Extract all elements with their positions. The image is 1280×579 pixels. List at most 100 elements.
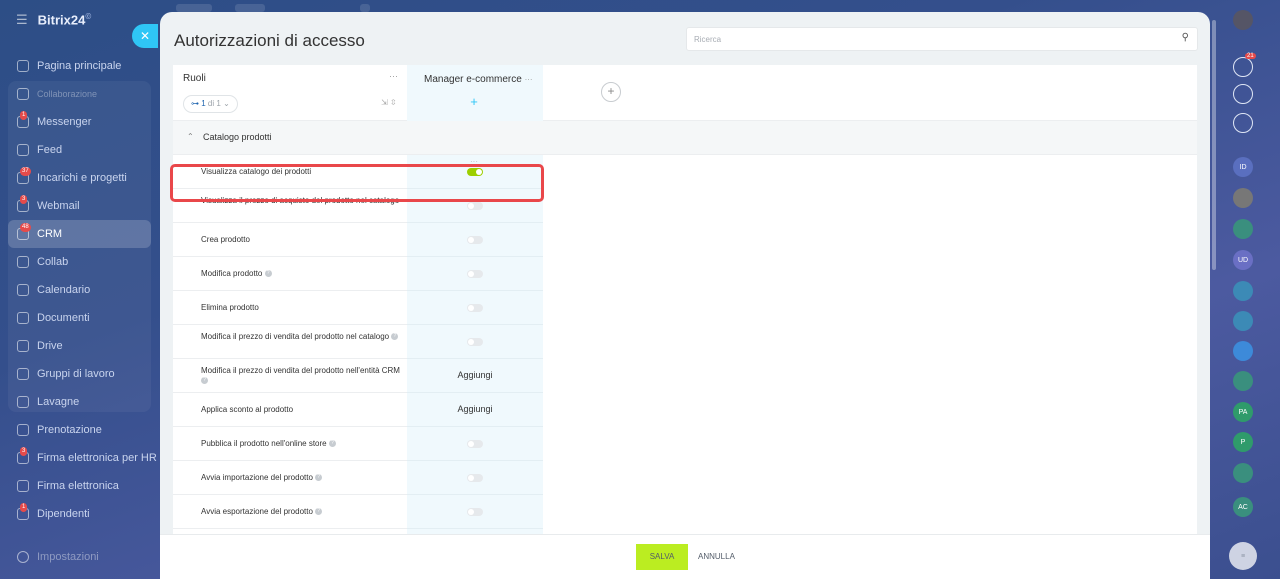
help-icon[interactable]: ? — [264, 270, 272, 278]
sidebar-item-groups[interactable]: Gruppi di lavoro — [8, 360, 151, 388]
bell-icon[interactable]: 21 — [1233, 53, 1256, 77]
permission-row: Applica sconto al prodotto — [173, 393, 407, 427]
user-avatar[interactable] — [1233, 10, 1253, 30]
top-tab[interactable] — [176, 4, 212, 12]
sidebar-item-crm[interactable]: 48 CRM — [8, 220, 151, 248]
sidebar-item-label: Collaborazione — [37, 89, 98, 99]
sidebar-item-label: Firma elettronica — [37, 480, 119, 492]
add-permission-plus-icon[interactable]: + — [467, 95, 481, 109]
sidebar-item-feed[interactable]: Feed — [8, 136, 151, 164]
sidebar-item-label: Prenotazione — [37, 424, 102, 436]
add-role-button[interactable]: + — [601, 82, 621, 102]
chat-avatar[interactable] — [1233, 371, 1253, 391]
permission-toggle[interactable] — [467, 202, 483, 210]
chat-avatar[interactable]: PA — [1233, 402, 1253, 422]
sidebar-item-label: Dipendenti — [37, 508, 90, 520]
chat-avatar[interactable] — [1233, 311, 1253, 331]
role-column-name[interactable]: Manager e-commerce ··· — [424, 74, 533, 85]
permission-row: Modifica prodotto ? — [173, 257, 407, 291]
sidebar-item-tasks[interactable]: 37 Incarichi e progetti — [8, 164, 151, 192]
sidebar-item-label: Firma elettronica per HR — [37, 452, 157, 464]
expand-collapse-icon[interactable]: ⇲ ⇳ — [381, 98, 397, 107]
help-icon[interactable]: ? — [328, 440, 336, 448]
top-tab[interactable] — [360, 4, 370, 12]
roles-menu-icon[interactable]: ··· — [389, 71, 398, 81]
cancel-button[interactable]: ANNULLA — [698, 544, 735, 570]
chat-avatar[interactable] — [1233, 188, 1253, 208]
sidebar-item-sign[interactable]: Firma elettronica — [8, 472, 151, 500]
section-title: Catalogo prodotti — [203, 132, 272, 142]
permission-toggle[interactable] — [467, 236, 483, 244]
section-header[interactable]: ⌃ Catalogo prodotti — [173, 121, 1197, 155]
chat-avatar[interactable] — [1233, 463, 1253, 483]
sidebar-item-label: Calendario — [37, 284, 91, 296]
search-icon[interactable]: ⚲ — [1182, 32, 1189, 43]
permission-label: Modifica il prezzo di vendita del prodot… — [201, 332, 401, 342]
permission-toggle[interactable] — [467, 304, 483, 312]
top-tab[interactable] — [235, 4, 265, 12]
permission-cell: Aggiungi — [407, 393, 543, 427]
chevron-down-icon: ⌄ — [223, 99, 230, 108]
chat-avatar[interactable] — [1233, 341, 1253, 361]
permission-row: Crea prodotto — [173, 223, 407, 257]
page-title: Autorizzazioni di accesso — [174, 31, 365, 50]
chat-avatar[interactable]: ID — [1233, 157, 1253, 177]
sidebar-item-documents[interactable]: Documenti — [8, 304, 151, 332]
sidebar-item-boards[interactable]: Lavagne — [8, 388, 151, 416]
sidebar-item-label: CRM — [37, 228, 63, 240]
permission-cell — [407, 257, 543, 291]
sidebar-item-drive[interactable]: Drive — [8, 332, 151, 360]
add-permission-link[interactable]: Aggiungi — [407, 404, 543, 414]
footer-bar: SALVA ANNULLA — [160, 534, 1210, 579]
column-menu-icon[interactable]: ··· — [525, 75, 533, 84]
chat-avatar[interactable]: UD — [1233, 250, 1253, 270]
add-permission-link[interactable]: Aggiungi — [407, 370, 543, 380]
pager-icon: ⊶ — [191, 99, 199, 108]
sidebar-item-label: Documenti — [37, 312, 90, 324]
chevron-up-icon[interactable]: ⌃ — [187, 132, 194, 141]
menu-icon[interactable]: ☰ — [16, 12, 28, 28]
sidebar-item-collab[interactable]: Collab — [8, 248, 151, 276]
sidebar-item-settings[interactable]: Impostazioni — [8, 543, 99, 571]
sidebar-item-hr-sign[interactable]: 3 Firma elettronica per HR — [8, 444, 157, 472]
roles-pager[interactable]: ⊶ 1 di 1 ⌄ — [183, 95, 238, 113]
search-placeholder: Ricerca — [694, 35, 722, 44]
permission-row: Elimina prodotto — [173, 291, 407, 325]
scrollbar[interactable] — [1212, 20, 1216, 270]
help-icon[interactable]: ? — [391, 333, 399, 341]
chat-avatar[interactable]: AC — [1233, 497, 1253, 517]
search-input[interactable]: Ricerca ⚲ — [686, 27, 1198, 51]
sidebar-item-home[interactable]: Pagina principale — [8, 52, 151, 80]
close-panel-button[interactable]: ✕ — [132, 24, 158, 48]
permission-row: Modifica il prezzo di vendita del prodot… — [173, 325, 407, 359]
permission-toggle[interactable] — [467, 338, 483, 346]
sidebar-item-chat[interactable]: 1 Messenger — [8, 108, 151, 136]
sidebar-item-calendar[interactable]: Calendario — [8, 276, 151, 304]
boards-icon — [17, 396, 29, 408]
save-button[interactable]: SALVA — [636, 544, 688, 570]
sidebar-item-employees[interactable]: 1 Dipendenti — [8, 500, 151, 528]
copilot-icon[interactable] — [1233, 84, 1253, 104]
booking-icon — [17, 424, 29, 436]
permission-toggle[interactable] — [467, 270, 483, 278]
help-icon[interactable]: ? — [315, 474, 323, 482]
permission-toggle[interactable] — [467, 508, 483, 516]
permission-cell — [407, 427, 543, 461]
permission-toggle[interactable] — [467, 474, 483, 482]
sidebar-item-booking[interactable]: Prenotazione — [8, 416, 151, 444]
permission-toggle[interactable] — [467, 440, 483, 448]
sidebar-item-collab-group[interactable]: Collaborazione — [8, 80, 151, 108]
collab-group-icon — [17, 88, 29, 100]
help-icon[interactable]: ? — [201, 377, 208, 385]
sidebar-item-label: Pagina principale — [37, 60, 122, 72]
app-logo[interactable]: Bitrix24© — [38, 12, 92, 27]
chat-avatar[interactable]: P — [1233, 432, 1253, 452]
sidebar-item-mail[interactable]: 3 Webmail — [8, 192, 151, 220]
documents-icon — [17, 312, 29, 324]
menu-circle-icon[interactable]: ≡ — [1229, 542, 1257, 570]
messages-icon[interactable] — [1233, 113, 1253, 133]
permission-cell — [407, 461, 543, 495]
chat-avatar[interactable] — [1233, 219, 1253, 239]
chat-avatar[interactable] — [1233, 281, 1253, 301]
help-icon[interactable]: ? — [315, 508, 323, 516]
